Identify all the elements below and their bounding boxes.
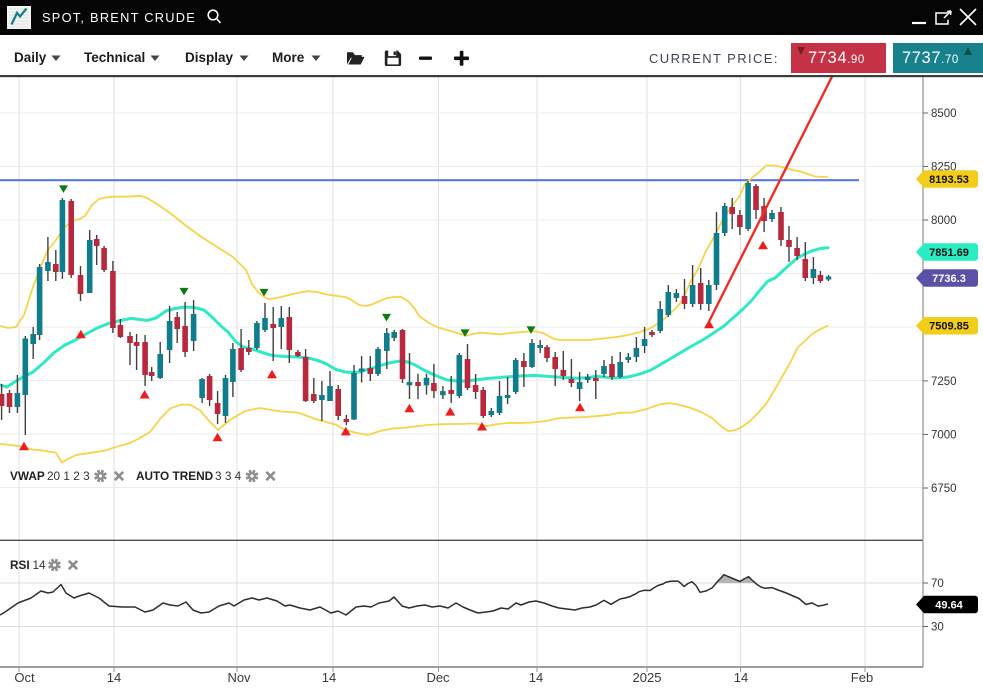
- svg-text:RSI: RSI: [10, 558, 30, 572]
- svg-text:7509.85: 7509.85: [929, 321, 969, 333]
- svg-text:6750: 6750: [931, 483, 957, 495]
- svg-text:30: 30: [931, 622, 944, 634]
- svg-text:7736.3: 7736.3: [932, 273, 966, 285]
- svg-text:SPOT, BRENT CRUDE: SPOT, BRENT CRUDE: [42, 10, 196, 25]
- svg-text:Dec: Dec: [426, 670, 450, 685]
- svg-text:Daily: Daily: [14, 50, 47, 65]
- svg-text:7250: 7250: [931, 376, 957, 388]
- svg-text:More: More: [272, 50, 305, 65]
- svg-text:AUTO TREND: AUTO TREND: [136, 469, 214, 483]
- svg-text:8000: 8000: [931, 215, 957, 227]
- svg-text:2025: 2025: [633, 670, 662, 685]
- svg-text:Display: Display: [185, 50, 234, 65]
- svg-text:20 1 2 3: 20 1 2 3: [47, 469, 90, 483]
- svg-text:14: 14: [107, 670, 121, 685]
- svg-text:8193.53: 8193.53: [929, 174, 969, 186]
- svg-text:Technical: Technical: [84, 50, 145, 65]
- svg-text:CURRENT PRICE:: CURRENT PRICE:: [649, 51, 779, 66]
- svg-text:14: 14: [734, 670, 748, 685]
- svg-text:7851.69: 7851.69: [929, 247, 969, 259]
- svg-text:14: 14: [33, 558, 47, 572]
- svg-text:49.64: 49.64: [935, 600, 963, 612]
- svg-text:7000: 7000: [931, 429, 957, 441]
- svg-text:Feb: Feb: [851, 670, 873, 685]
- svg-text:8500: 8500: [931, 108, 957, 120]
- svg-text:70: 70: [931, 578, 944, 590]
- svg-text:14: 14: [529, 670, 543, 685]
- svg-text:Nov: Nov: [227, 670, 251, 685]
- svg-text:VWAP: VWAP: [10, 469, 45, 483]
- svg-text:Oct: Oct: [14, 670, 35, 685]
- svg-text:3 3 4: 3 3 4: [215, 469, 242, 483]
- svg-text:14: 14: [322, 670, 336, 685]
